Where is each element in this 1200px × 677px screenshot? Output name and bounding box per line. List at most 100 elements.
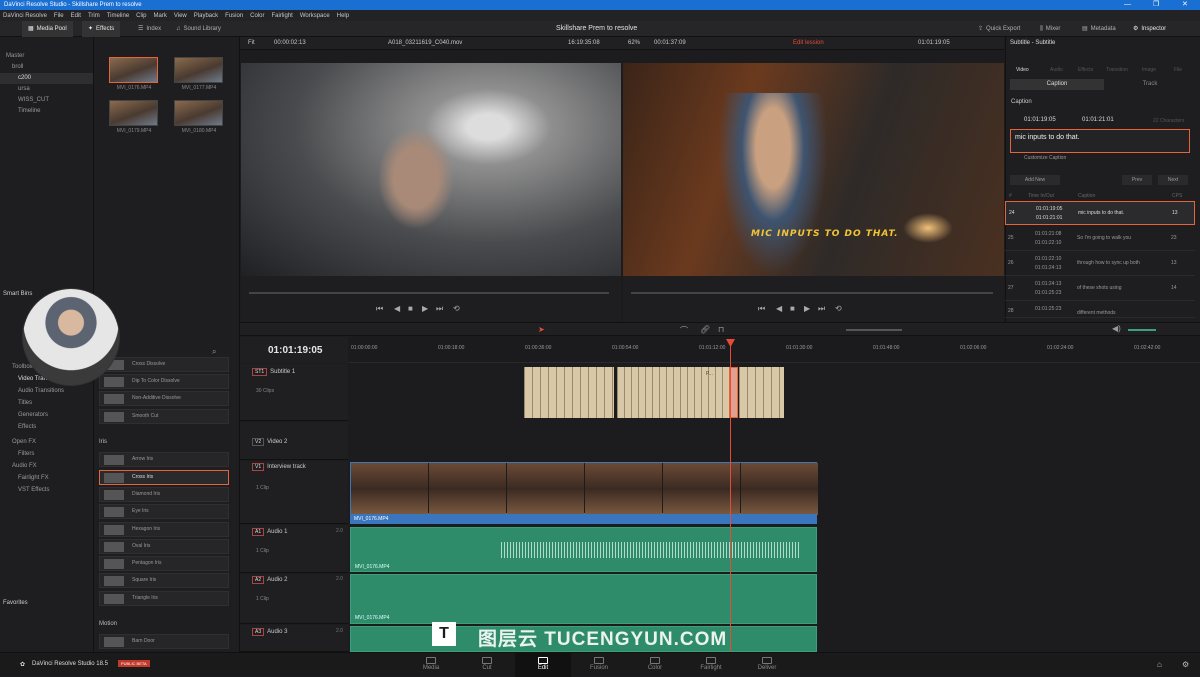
quick-export-button[interactable]: ⇪ Quick Export [978,21,1020,37]
skip-back-icon[interactable]: ⏮ [376,304,383,314]
menu-davinci[interactable]: DaVinci Resolve [3,13,47,19]
media-thumb-0179[interactable] [109,100,158,126]
caption-row-25[interactable]: 25 01:01:21:08 01:01:22:10 So I'm going … [1005,227,1195,251]
fx-non-additive[interactable]: Non-Additive Dissolve [99,391,229,406]
stop-icon[interactable]: ■ [790,304,795,313]
reverse-play-icon[interactable]: ◀ [394,304,400,313]
menu-fairlight[interactable]: Fairlight [271,13,292,19]
media-thumb-0180[interactable] [174,100,223,126]
caption-row-26[interactable]: 26 01:01:22:10 01:01:24:13 through how t… [1005,252,1195,276]
program-viewer[interactable]: MIC INPUTS TO DO THAT. [623,63,1004,276]
fx-oval-iris[interactable]: Oval Iris [99,539,229,554]
mixer-button[interactable]: ⫼ Mixer [1040,21,1060,37]
page-color[interactable]: Color [627,653,683,677]
caption-row-27[interactable]: 27 01:01:24:13 01:01:25:23 of these shot… [1005,277,1195,301]
effects-button[interactable]: ✦ Effects [82,21,121,37]
volume-icon[interactable]: ◀) [1112,324,1121,333]
nav-open-fx[interactable]: Open FX [12,436,36,448]
home-icon[interactable]: ⌂ [1157,660,1162,669]
page-deliver[interactable]: Deliver [739,653,795,677]
timeline-ruler[interactable]: 01:00:00:00 01:00:18:00 01:00:36:00 01:0… [349,337,1200,363]
track-header-a2[interactable]: A2 Audio 2 2.0 1 Clip [240,574,348,624]
menu-timeline[interactable]: Timeline [107,13,129,19]
caption-out-tc[interactable]: 01:01:21:01 [1082,117,1114,123]
iris-header[interactable]: Iris [99,439,107,445]
sound-library-button[interactable]: ♫ Sound Library [176,21,221,37]
add-new-button[interactable]: Add New [1010,175,1060,185]
zoom-slider[interactable] [846,329,902,331]
bin-ursa[interactable]: ursa [0,84,93,95]
caption-text-field[interactable]: mic inputs to do that. [1010,129,1190,153]
page-media[interactable]: Media [403,653,459,677]
customize-caption[interactable]: Customize Caption [1024,155,1066,161]
nav-audio-transitions[interactable]: Audio Transitions [18,385,64,397]
menu-view[interactable]: View [174,13,187,19]
index-button[interactable]: ☰ Index [138,21,161,37]
subtitle-clips-group[interactable]: P... [617,367,729,418]
tab-transition[interactable]: Transition [1106,67,1128,73]
bin-c200[interactable]: c200 [0,73,93,84]
nav-filters[interactable]: Filters [18,448,34,460]
page-fairlight[interactable]: Fairlight [683,653,739,677]
bin-wiss-cut[interactable]: WISS_CUT [0,95,93,106]
fx-cross-dissolve[interactable]: Cross Dissolve [99,357,229,372]
caption-row-24[interactable]: 24 01:01:19:05 01:01:21:01 mic inputs to… [1005,201,1195,225]
search-icon[interactable]: ⌕ [212,347,216,357]
menu-workspace[interactable]: Workspace [300,13,330,19]
fx-barn-door[interactable]: Barn Door [99,634,229,649]
media-thumb-0177[interactable] [174,57,223,83]
media-pool-button[interactable]: ▦ Media Pool [22,21,73,37]
fx-diamond-iris[interactable]: Diamond Iris [99,487,229,502]
fx-hexagon-iris[interactable]: Hexagon Iris [99,522,229,537]
tab-file[interactable]: File [1174,67,1182,73]
track-header-st1[interactable]: ST1 Subtitle 1 30 Clips [240,364,348,421]
minimize-icon[interactable]: — [1124,0,1131,10]
bin-broll[interactable]: broll [0,62,93,73]
nav-audio-fx[interactable]: Audio FX [12,460,37,472]
audio-clip-a2[interactable]: MVI_0176.MP4 [350,574,817,624]
track-header-v2[interactable]: V2 Video 2 [240,422,348,460]
caption-in-tc[interactable]: 01:01:19:05 [1024,117,1056,123]
play-icon[interactable]: ▶ [804,304,810,313]
timeline-name[interactable]: Edit lession [793,37,824,50]
skip-forward-icon[interactable]: ⏭ [818,304,825,314]
link-icon[interactable]: 🔗︎ [700,325,710,334]
page-cut[interactable]: Cut [459,653,515,677]
source-clip-name[interactable]: A018_03211619_C040.mov [388,37,462,50]
menu-fusion[interactable]: Fusion [225,13,243,19]
fx-triangle-iris[interactable]: Triangle Iris [99,591,229,606]
fx-dip-to-color[interactable]: Dip To Color Dissolve [99,374,229,389]
caption-row-28[interactable]: 28 01:01:25:23 different methods [1005,302,1195,318]
subtab-track[interactable]: Track [1104,79,1196,90]
track-header-v1[interactable]: V1 Interview track 1 Clip [240,461,348,524]
motion-header[interactable]: Motion [99,621,117,627]
tab-image[interactable]: Image [1142,67,1156,73]
play-icon[interactable]: ▶ [422,304,428,313]
menu-trim[interactable]: Trim [88,13,100,19]
metadata-button[interactable]: ▤ Metadata [1082,21,1116,37]
tab-audio[interactable]: Audio [1050,67,1063,73]
menu-mark[interactable]: Mark [154,13,167,19]
tab-video[interactable]: Video [1016,67,1029,73]
video-clip-v1[interactable] [350,462,818,515]
snap-icon[interactable]: ⌒ [680,325,688,336]
fx-pentagon-iris[interactable]: Pentagon Iris [99,556,229,571]
reverse-play-icon[interactable]: ◀ [776,304,782,313]
menu-color[interactable]: Color [250,13,264,19]
stop-icon[interactable]: ■ [408,304,413,313]
fx-arrow-iris[interactable]: Arrow Iris [99,452,229,467]
fx-cross-iris[interactable]: Cross Iris [99,470,229,485]
zoom-dropdown[interactable]: 62% [628,37,640,50]
page-edit[interactable]: Edit [515,653,571,677]
next-button[interactable]: Next [1158,175,1188,185]
media-thumb-0176[interactable] [109,57,158,83]
fx-square-iris[interactable]: Square Iris [99,573,229,588]
loop-icon[interactable]: ⟲ [835,304,842,313]
menu-playback[interactable]: Playback [194,13,218,19]
subtab-caption[interactable]: Caption [1010,79,1104,90]
playhead[interactable] [730,339,731,652]
fx-smooth-cut[interactable]: Smooth Cut [99,409,229,424]
skip-forward-icon[interactable]: ⏭ [436,304,443,314]
program-scrubber[interactable] [631,292,993,294]
loop-icon[interactable]: ⟲ [453,304,460,313]
